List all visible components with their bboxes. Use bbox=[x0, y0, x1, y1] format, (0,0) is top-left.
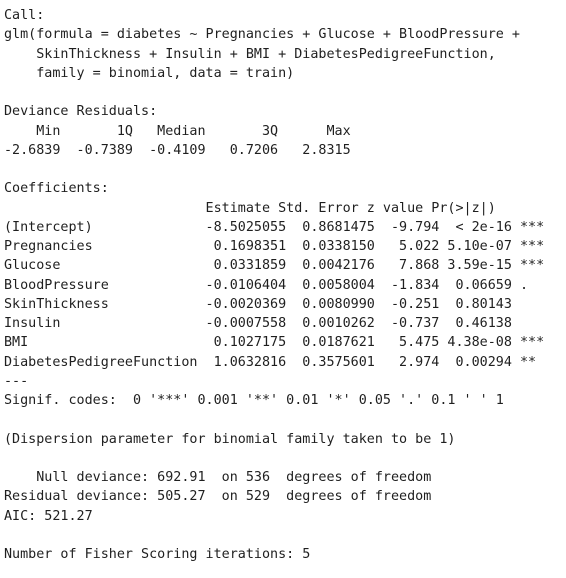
coefficient-row-bloodpressure: BloodPressure -0.0106404 0.0058004 -1.83… bbox=[4, 277, 545, 293]
deviance-residuals-header: Deviance Residuals: bbox=[4, 104, 158, 120]
deviance-residuals-labels: Min 1Q Median 3Q Max bbox=[4, 123, 367, 139]
null-deviance: Null deviance: 692.91 on 536 degrees of … bbox=[4, 470, 432, 485]
dispersion-note: (Dispersion parameter for binomial famil… bbox=[4, 431, 456, 447]
coefficient-row-diabetespedigree: DiabetesPedigreeFunction 1.0632816 0.357… bbox=[4, 354, 545, 370]
call-line-2: SkinThickness + Insulin + BMI + Diabetes… bbox=[4, 46, 496, 62]
coefficient-row-bmi: BMI 0.1027175 0.0187621 5.475 4.38e-08 *… bbox=[4, 335, 545, 351]
fisher-iterations: Number of Fisher Scoring iterations: 5 bbox=[4, 547, 311, 562]
coefficient-row-glucose: Glucose 0.0331859 0.0042176 7.868 3.59e-… bbox=[4, 258, 545, 274]
call-line-3: family = binomial, data = train) bbox=[4, 65, 295, 81]
coefficient-row-pregnancies: Pregnancies 0.1698351 0.0338150 5.022 5.… bbox=[4, 239, 545, 254]
call-line-1: glm(formula = diabetes ~ Pregnancies + G… bbox=[4, 27, 520, 43]
coefficient-row-intercept: (Intercept) -8.5025055 0.8681475 -9.794 … bbox=[4, 219, 545, 235]
call-header: Call: bbox=[4, 8, 45, 23]
coefficients-column-header: Estimate Std. Error z value Pr(>|z|) bbox=[4, 200, 529, 216]
coefficients-separator: --- bbox=[4, 373, 29, 389]
signif-codes: Signif. codes: 0 '***' 0.001 '**' 0.01 '… bbox=[4, 393, 504, 408]
r-console-output: Call: glm(formula = diabetes ~ Pregnanci… bbox=[0, 0, 566, 578]
residual-deviance: Residual deviance: 505.27 on 529 degrees… bbox=[4, 489, 432, 505]
coefficients-header: Coefficients: bbox=[4, 181, 109, 197]
coefficient-row-insulin: Insulin -0.0007558 0.0010262 -0.737 0.46… bbox=[4, 316, 545, 331]
aic: AIC: 521.27 bbox=[4, 508, 93, 524]
coefficient-row-skinthickness: SkinThickness -0.0020369 0.0080990 -0.25… bbox=[4, 296, 545, 312]
deviance-residuals-values: -2.6839 -0.7389 -0.4109 0.7206 2.8315 bbox=[4, 142, 367, 158]
